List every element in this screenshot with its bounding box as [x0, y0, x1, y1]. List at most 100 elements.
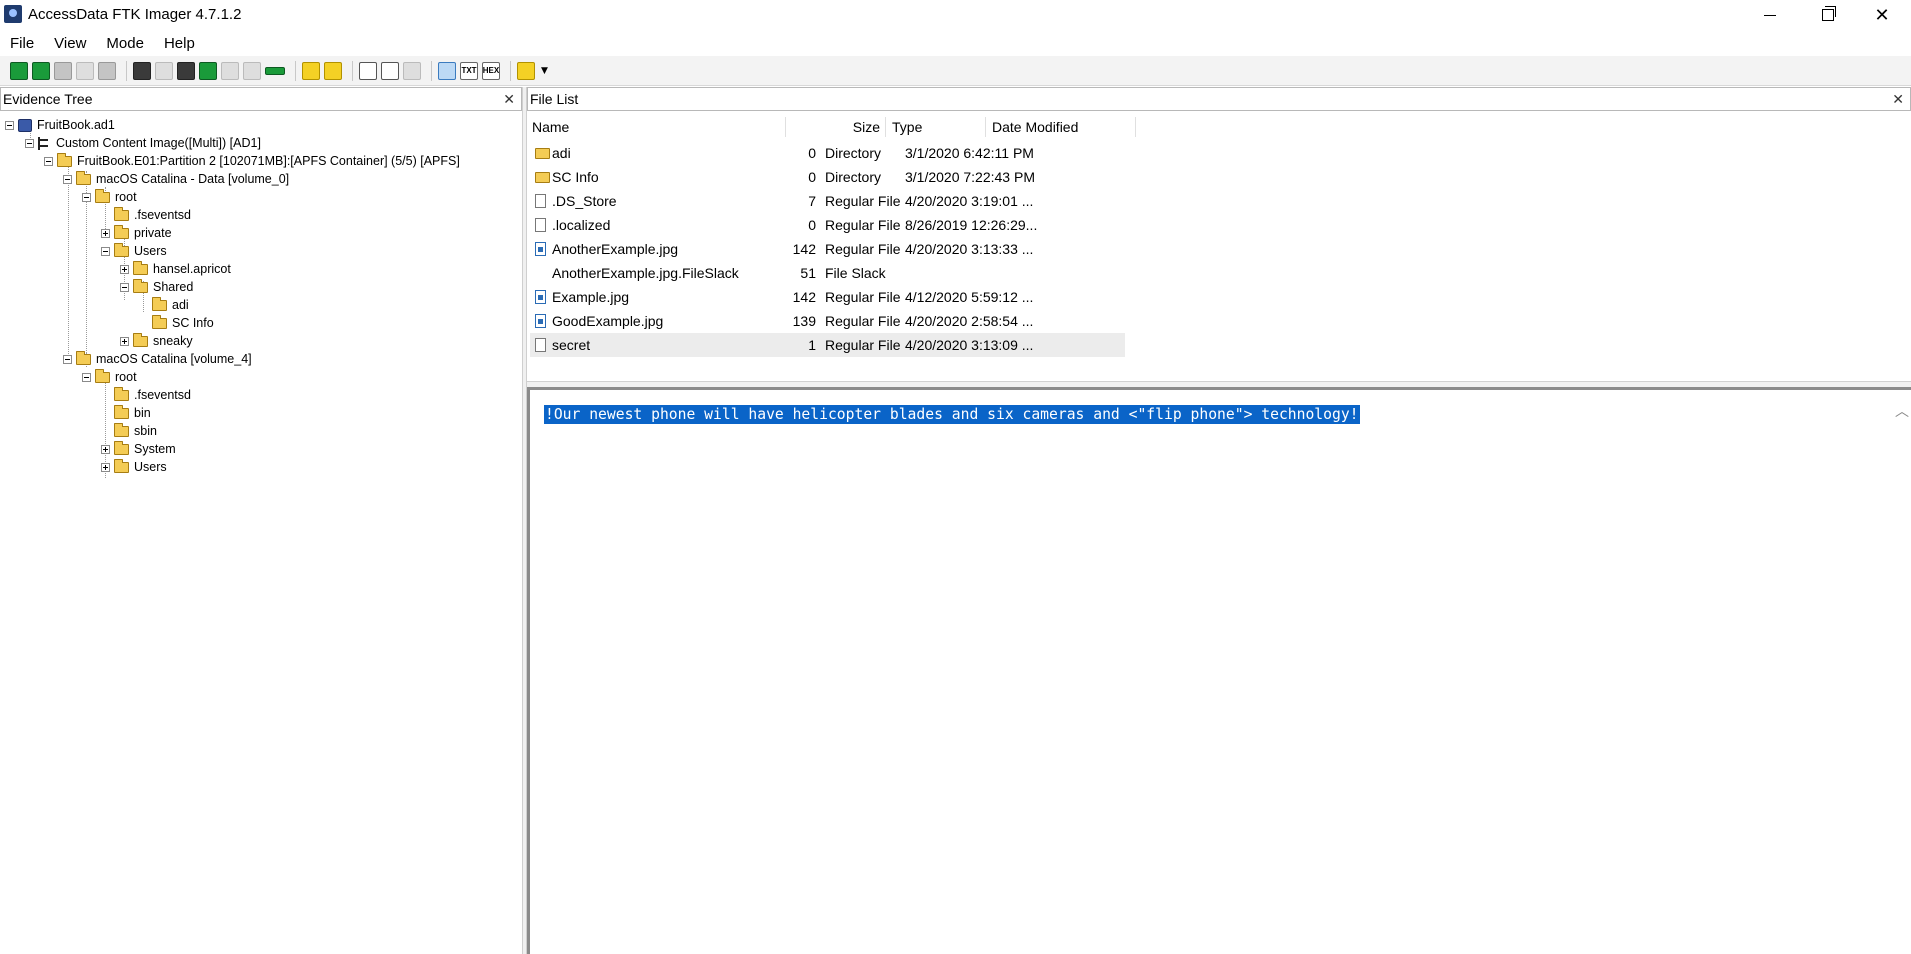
collapse-icon[interactable] [120, 282, 129, 292]
folder-icon [76, 170, 91, 185]
tree-node-sbin[interactable]: sbin [101, 422, 157, 440]
tree-node-partition-2[interactable]: FruitBook.E01:Partition 2 [102071MB]:[AP… [44, 152, 460, 170]
expand-icon[interactable] [101, 228, 110, 238]
hex-value-interpreter-icon[interactable] [403, 61, 421, 80]
capture-memory-icon[interactable] [265, 66, 285, 75]
collapse-icon[interactable] [44, 156, 53, 166]
toolbar-separator [126, 60, 127, 81]
hex-view-icon[interactable]: HEX [482, 61, 500, 80]
folder-icon [133, 332, 148, 347]
viewer-selected-text[interactable]: !Our newest phone will have helicopter b… [544, 405, 1360, 424]
tree-node-macos-catalina-data[interactable]: macOS Catalina - Data [volume_0] [63, 170, 289, 188]
table-row[interactable]: adi 0 Directory 3/1/2020 6:42:11 PM [530, 141, 1655, 165]
add-evidence-icon[interactable] [10, 61, 28, 80]
export-disk-image-icon[interactable] [155, 61, 173, 80]
tree-node-root[interactable]: root [82, 188, 137, 206]
tree-node-users-volume-4[interactable]: Users [101, 458, 167, 476]
remove-evidence-icon[interactable] [76, 61, 94, 80]
table-row[interactable]: Example.jpg 142 Regular File 4/12/2020 5:59… [530, 285, 1655, 309]
menu-mode[interactable]: Mode [96, 35, 154, 52]
minimize-button[interactable] [1741, 0, 1799, 30]
table-row[interactable]: GoodExample.jpg 139 Regular File 4/20/2020 … [530, 309, 1655, 333]
toolbar-separator [431, 60, 432, 81]
menu-view[interactable]: View [44, 35, 96, 52]
tree-node-custom-content-image[interactable]: Custom Content Image([Multi]) [AD1] [25, 134, 261, 152]
close-file-list-panel-icon[interactable]: ✕ [1892, 88, 1904, 110]
table-row[interactable]: .localized 0 Regular File 8/26/2019 12:26:2… [530, 213, 1655, 237]
menu-bar: File View Mode Help [0, 30, 1911, 56]
column-header-type[interactable]: Type [886, 117, 986, 137]
table-row[interactable]: AnotherExample.jpg.FileSlack 51 File Slack [530, 261, 1655, 285]
tree-node-fruitbook-ad1[interactable]: FruitBook.ad1 [5, 116, 115, 134]
folder-icon [114, 206, 129, 221]
tree-node-macos-catalina-volume-4[interactable]: macOS Catalina [volume_4] [63, 350, 252, 368]
tree-node-hansel-apricot[interactable]: hansel.apricot [120, 260, 231, 278]
collapse-icon[interactable] [5, 120, 14, 130]
tree-node-private[interactable]: private [101, 224, 172, 242]
collapse-icon[interactable] [63, 174, 72, 184]
automatic-view-icon[interactable] [438, 61, 456, 80]
expand-icon[interactable] [120, 264, 129, 274]
tree-node-users[interactable]: Users [101, 242, 167, 260]
column-header-size[interactable]: Size [786, 117, 886, 137]
collapse-icon[interactable] [82, 372, 91, 382]
new-document-icon[interactable] [359, 61, 377, 80]
properties-icon[interactable] [381, 61, 399, 80]
tree-node-label: Custom Content Image([Multi]) [AD1] [56, 136, 261, 150]
table-row[interactable]: AnotherExample.jpg 142 Regular File 4/20/20… [530, 237, 1655, 261]
tree-node-adi[interactable]: adi [139, 296, 189, 314]
close-window-button[interactable]: ✕ [1853, 0, 1911, 30]
tree-node-sc-info[interactable]: SC Info [139, 314, 214, 332]
tree-node-system[interactable]: System [101, 440, 176, 458]
content-viewer[interactable]: !Our newest phone will have helicopter b… [527, 387, 1911, 954]
text-view-icon[interactable]: TXT [460, 61, 478, 80]
table-row[interactable]: SC Info 0 Directory 3/1/2020 7:22:43 PM [530, 165, 1655, 189]
folder-icon [535, 148, 550, 159]
cell-name: Example.jpg [552, 289, 630, 305]
tree-node-fseventsd-volume-4[interactable]: .fseventsd [101, 386, 191, 404]
export-files-icon[interactable] [302, 61, 320, 80]
scroll-up-icon[interactable]: ︿ [1895, 401, 1909, 421]
collapse-icon[interactable] [101, 246, 110, 256]
menu-file[interactable]: File [0, 35, 44, 52]
tree-node-sneaky[interactable]: sneaky [120, 332, 193, 350]
expand-icon[interactable] [120, 336, 129, 346]
tree-node-fseventsd[interactable]: .fseventsd [101, 206, 191, 224]
cell-size: 51 [800, 265, 816, 281]
column-header-name[interactable]: Name [532, 117, 786, 137]
create-disk-image-icon[interactable] [133, 61, 151, 80]
collapse-icon[interactable] [63, 354, 72, 364]
file-list-title: File List [530, 91, 579, 107]
obtain-protected-files-icon[interactable] [324, 61, 342, 80]
add-all-evidence-icon[interactable] [32, 61, 50, 80]
export-logical-image-icon[interactable] [177, 61, 195, 80]
help-icon[interactable] [517, 61, 535, 80]
cell-size: 1 [808, 337, 816, 353]
cell-name: adi [552, 145, 571, 161]
column-header-date-modified[interactable]: Date Modified [986, 117, 1136, 137]
table-row[interactable]: .DS_Store 7 Regular File 4/20/2020 3:19:01 … [530, 189, 1655, 213]
folder-icon [95, 368, 110, 383]
cell-type: Directory [825, 145, 882, 161]
create-custom-content-image-icon[interactable] [221, 61, 239, 80]
custom-content-icon [38, 136, 51, 150]
tree-node-label: sneaky [153, 334, 193, 348]
tree-node-shared[interactable]: Shared [120, 278, 193, 296]
toolbar-overflow-icon[interactable]: ▼ [541, 66, 548, 76]
tree-node-root-volume-4[interactable]: root [82, 368, 137, 386]
tree-node-bin[interactable]: bin [101, 404, 151, 422]
menu-help[interactable]: Help [154, 35, 205, 52]
cell-size: 139 [792, 313, 816, 329]
decrypt-icon[interactable] [243, 61, 261, 80]
add-to-custom-content-icon[interactable] [199, 61, 217, 80]
collapse-icon[interactable] [82, 192, 91, 202]
cell-name: GoodExample.jpg [552, 313, 664, 329]
remove-all-evidence-icon[interactable] [98, 61, 116, 80]
table-row[interactable]: secret 1 Regular File 4/20/2020 3:13:09 ... [530, 333, 1655, 357]
collapse-icon[interactable] [25, 138, 34, 148]
image-mounting-icon[interactable] [54, 61, 72, 80]
expand-icon[interactable] [101, 462, 110, 472]
close-evidence-panel-icon[interactable]: ✕ [503, 88, 515, 110]
restore-button[interactable] [1799, 0, 1857, 30]
expand-icon[interactable] [101, 444, 110, 454]
